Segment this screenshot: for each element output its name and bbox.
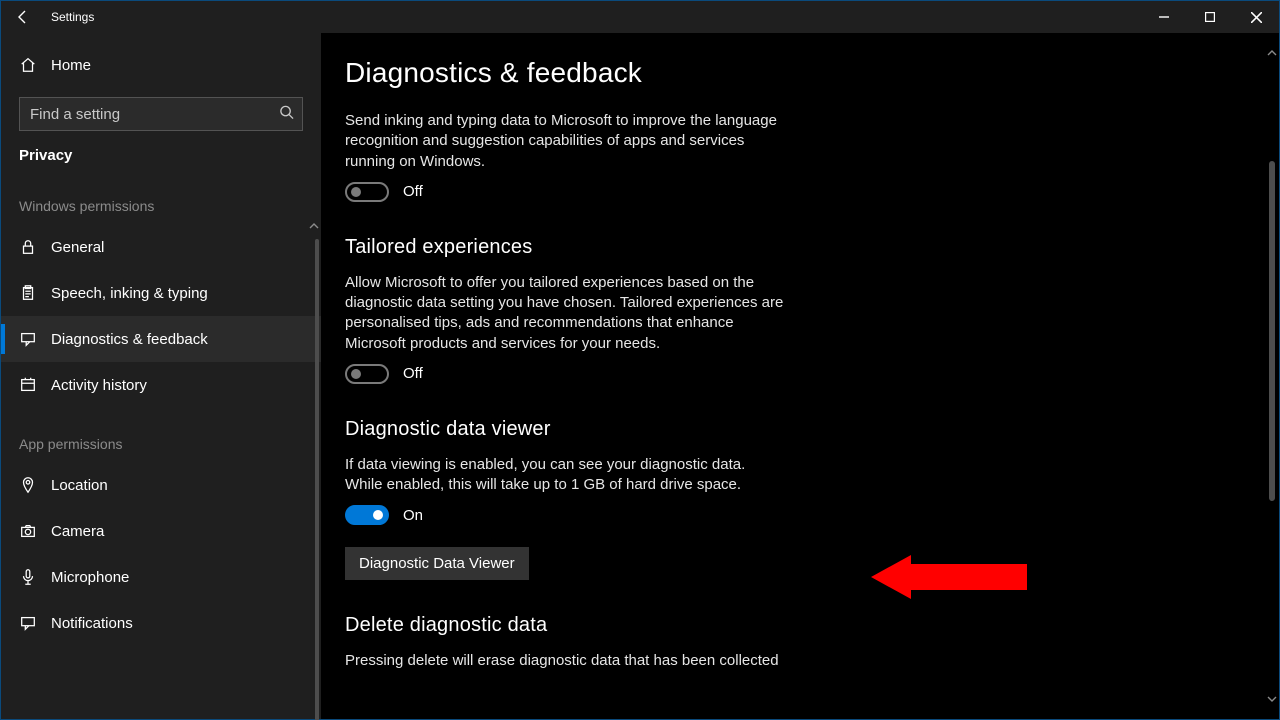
back-button[interactable] [1,1,45,33]
location-icon [19,476,51,494]
inking-description: Send inking and typing data to Microsoft… [345,111,785,172]
red-arrow-annotation [871,555,1027,599]
sidebar-item-label: Activity history [51,377,147,394]
sidebar-item-activity[interactable]: Activity history [1,362,321,408]
sidebar-item-diagnostics[interactable]: Diagnostics & feedback [1,316,321,362]
sidebar: Home Find a setting Privacy Windows perm… [1,33,321,719]
diagnostic-data-viewer-button[interactable]: Diagnostic Data Viewer [345,547,529,580]
search-placeholder: Find a setting [30,106,120,123]
viewer-description: If data viewing is enabled, you can see … [345,455,785,496]
feedback-icon [19,330,51,348]
main-content: Diagnostics & feedback Send inking and t… [321,33,1279,719]
tailored-toggle-state: Off [403,365,423,382]
title-bar: Settings [1,1,1279,33]
sidebar-item-label: Diagnostics & feedback [51,331,208,348]
sidebar-item-label: Notifications [51,615,133,632]
minimize-button[interactable] [1141,1,1187,33]
viewer-toggle-state: On [403,507,423,524]
page-title: Diagnostics & feedback [345,57,1279,89]
category-heading: Privacy [1,137,321,170]
sidebar-item-microphone[interactable]: Microphone [1,554,321,600]
inking-toggle-state: Off [403,183,423,200]
tailored-heading: Tailored experiences [345,236,1279,259]
window-title: Settings [51,10,94,24]
tailored-description: Allow Microsoft to offer you tailored ex… [345,273,785,354]
lock-icon [19,238,51,256]
scroll-up-icon[interactable] [1266,47,1278,59]
delete-heading: Delete diagnostic data [345,614,1279,637]
close-button[interactable] [1233,1,1279,33]
delete-description: Pressing delete will erase diagnostic da… [345,651,785,671]
group-app-permissions: App permissions [1,408,321,462]
home-icon [19,56,51,74]
notifications-icon [19,614,51,632]
sidebar-item-camera[interactable]: Camera [1,508,321,554]
search-input[interactable]: Find a setting [19,97,303,131]
microphone-icon [19,568,51,586]
search-icon [279,105,294,124]
sidebar-item-label: Microphone [51,569,129,586]
group-windows-permissions: Windows permissions [1,170,321,224]
camera-icon [19,522,51,540]
scroll-down-icon[interactable] [1266,693,1278,705]
viewer-toggle[interactable] [345,505,389,525]
sidebar-item-general[interactable]: General [1,224,321,270]
sidebar-item-label: General [51,239,104,256]
sidebar-item-label: Location [51,477,108,494]
clipboard-icon [19,284,51,302]
home-nav[interactable]: Home [1,43,321,87]
home-label: Home [51,57,91,74]
sidebar-item-notifications[interactable]: Notifications [1,600,321,646]
sidebar-item-label: Camera [51,523,104,540]
sidebar-scrollbar[interactable] [315,239,319,720]
main-scrollbar[interactable] [1269,47,1275,705]
viewer-heading: Diagnostic data viewer [345,418,1279,441]
maximize-button[interactable] [1187,1,1233,33]
history-icon [19,376,51,394]
tailored-toggle[interactable] [345,364,389,384]
inking-toggle[interactable] [345,182,389,202]
sidebar-item-label: Speech, inking & typing [51,285,208,302]
sidebar-item-speech[interactable]: Speech, inking & typing [1,270,321,316]
sidebar-item-location[interactable]: Location [1,462,321,508]
